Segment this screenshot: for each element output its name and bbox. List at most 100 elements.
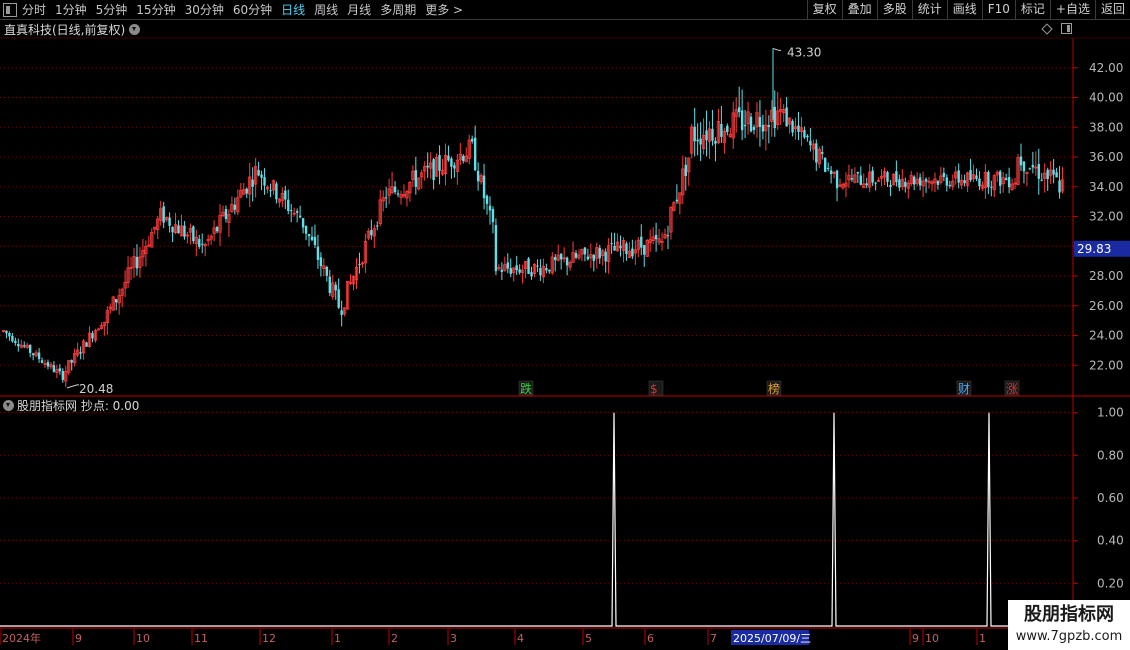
candle-body-down bbox=[518, 269, 521, 273]
candle-body-down bbox=[171, 227, 174, 233]
candle-body-down bbox=[201, 243, 204, 245]
event-marker-3: 财 bbox=[958, 382, 970, 396]
event-marker-4: 涨 bbox=[1006, 381, 1018, 396]
candle-body-down bbox=[693, 126, 696, 142]
candle-body-down bbox=[470, 138, 474, 142]
candle-body-down bbox=[586, 256, 590, 260]
candle-body-down bbox=[340, 310, 343, 316]
candle-body-down bbox=[85, 342, 88, 347]
candle-body-down bbox=[924, 179, 928, 182]
candle-body-down bbox=[263, 177, 266, 186]
candle-body-down bbox=[257, 169, 260, 176]
candle-body-down bbox=[162, 206, 165, 223]
main-y-tick-label: 28.00 bbox=[1089, 269, 1123, 283]
candle-body-down bbox=[918, 177, 922, 186]
candle-body-down bbox=[376, 225, 379, 227]
candle-body-down bbox=[530, 272, 533, 277]
x-tick-label: 9 bbox=[912, 632, 919, 645]
candle-body-down bbox=[450, 158, 453, 167]
candle-body-down bbox=[705, 130, 708, 141]
candle-body-down bbox=[711, 128, 714, 141]
candle-body-down bbox=[699, 138, 702, 145]
candle-body-down bbox=[835, 170, 839, 189]
stock-chart[interactable]: 42.0040.0038.0036.0034.0032.0030.0028.00… bbox=[0, 0, 1130, 650]
x-tick-label: 6 bbox=[647, 632, 654, 645]
candle-body-down bbox=[393, 186, 397, 193]
candle-body-down bbox=[1052, 169, 1055, 175]
candle-body-down bbox=[494, 225, 498, 272]
candle-body-down bbox=[791, 120, 794, 133]
candle-body-down bbox=[1040, 179, 1043, 181]
candle-body-down bbox=[115, 299, 118, 303]
ind-y-tick-label: 1.00 bbox=[1097, 406, 1124, 420]
x-tick-label: 10 bbox=[925, 632, 939, 645]
candle-body-down bbox=[14, 340, 17, 343]
candle-body-down bbox=[829, 170, 833, 175]
candle-body-down bbox=[358, 264, 361, 266]
candle-body-down bbox=[46, 362, 50, 367]
candle-body-down bbox=[850, 178, 854, 180]
candle-body-down bbox=[957, 170, 960, 183]
candle-body-down bbox=[592, 255, 596, 261]
candle-body-down bbox=[895, 171, 898, 183]
candle-body-down bbox=[785, 107, 788, 127]
candle-body-down bbox=[287, 199, 290, 211]
candle-body-down bbox=[28, 345, 32, 353]
candle-body-down bbox=[806, 135, 809, 138]
candle-body-down bbox=[473, 137, 477, 171]
candle-body-down bbox=[432, 159, 435, 180]
low-arrow-icon bbox=[66, 384, 79, 389]
candle-body-down bbox=[527, 258, 530, 274]
ind-y-tick-label: 0.40 bbox=[1097, 534, 1124, 548]
candle-body-down bbox=[987, 172, 990, 188]
candle-body-down bbox=[488, 205, 492, 211]
main-y-tick-label: 22.00 bbox=[1089, 358, 1123, 372]
candle-body-down bbox=[610, 243, 613, 245]
candle-body-down bbox=[1046, 169, 1049, 179]
watermark-title: 股朋指标网 bbox=[1024, 604, 1114, 625]
candle-body-down bbox=[631, 248, 634, 257]
candle-body-down bbox=[295, 211, 299, 213]
candle-body-down bbox=[453, 165, 456, 169]
high-arrow-icon bbox=[772, 47, 781, 51]
candle-body-down bbox=[536, 265, 539, 267]
ind-y-tick-label: 0.60 bbox=[1097, 491, 1124, 505]
candle-body-down bbox=[936, 181, 940, 185]
candle-body-down bbox=[643, 245, 646, 255]
main-y-tick-label: 36.00 bbox=[1089, 150, 1123, 164]
candle-body-down bbox=[260, 174, 263, 178]
candle-body-down bbox=[58, 368, 62, 372]
candle-body-down bbox=[1004, 178, 1008, 181]
candle-body-down bbox=[251, 179, 254, 187]
candle-body-down bbox=[290, 210, 293, 212]
main-y-tick-label: 26.00 bbox=[1089, 299, 1123, 313]
candle-body-down bbox=[963, 180, 966, 184]
candle-body-down bbox=[945, 177, 949, 186]
candle-body-down bbox=[215, 227, 219, 232]
candle-body-down bbox=[17, 343, 20, 347]
candle-body-down bbox=[815, 143, 818, 163]
candle-body-down bbox=[1007, 177, 1011, 188]
candle-body-down bbox=[316, 246, 320, 260]
candle-body-down bbox=[310, 236, 314, 241]
candle-body-down bbox=[313, 236, 317, 246]
watermark-url: www.7gpzb.com bbox=[1015, 629, 1123, 644]
candle-body-down bbox=[61, 370, 65, 380]
x-tick-label: 2 bbox=[391, 632, 398, 645]
candle-body-down bbox=[245, 188, 248, 194]
candle-body-down bbox=[485, 195, 489, 204]
candle-body-down bbox=[515, 265, 518, 271]
candle-body-down bbox=[539, 267, 542, 276]
x-tick-label: 7 bbox=[710, 632, 717, 645]
candle-body-down bbox=[52, 365, 56, 372]
candle-body-down bbox=[1055, 172, 1058, 178]
candle-body-down bbox=[509, 268, 512, 274]
candle-body-down bbox=[619, 245, 622, 249]
candle-body-down bbox=[506, 262, 509, 269]
candle-body-down bbox=[942, 172, 946, 177]
low-price-label: 20.48 bbox=[79, 382, 113, 396]
candle-body-down bbox=[749, 116, 753, 132]
candle-body-down bbox=[740, 110, 744, 131]
x-tick-label: 4 bbox=[517, 632, 524, 645]
candle-body-down bbox=[307, 234, 311, 237]
